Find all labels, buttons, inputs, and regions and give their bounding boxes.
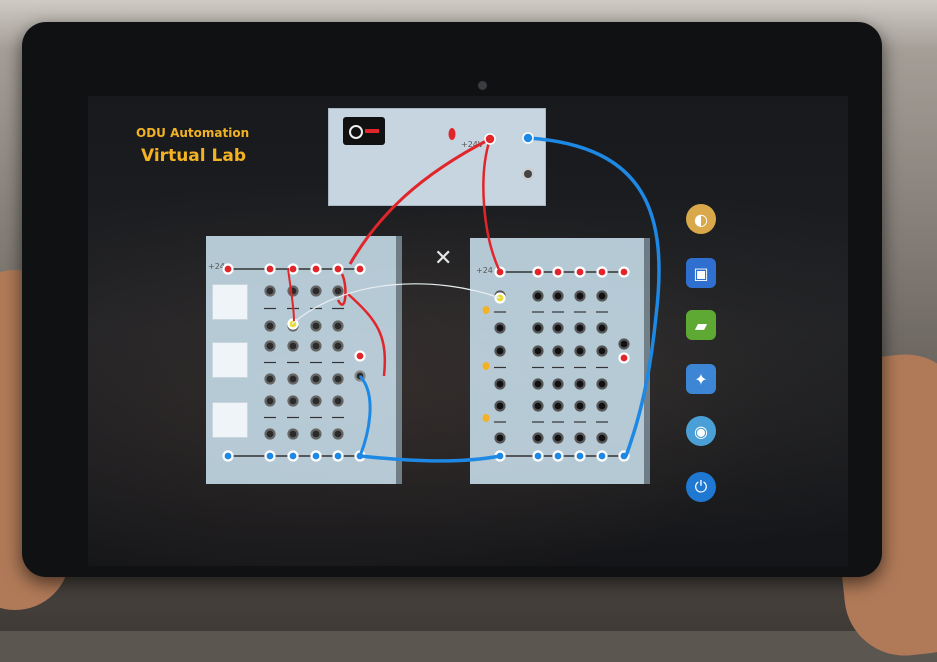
left-contact-terminal[interactable] (310, 373, 322, 385)
right-contact-terminal[interactable] (494, 322, 506, 334)
right-contact-terminal[interactable] (596, 322, 608, 334)
right-contact-terminal[interactable] (574, 400, 586, 412)
left-contact-terminal[interactable] (332, 373, 344, 385)
right-contact-terminal[interactable] (596, 290, 608, 302)
save-icon[interactable]: ▣ (686, 258, 716, 288)
power-minus-terminal[interactable] (522, 132, 534, 144)
right-contact-terminal[interactable] (552, 432, 564, 444)
left-contact-terminal[interactable] (310, 285, 322, 297)
left-rail-terminal-red[interactable] (310, 263, 322, 275)
left-contact-terminal[interactable] (332, 320, 344, 332)
right-contact-terminal[interactable] (574, 432, 586, 444)
red-wire-2[interactable] (482, 138, 502, 273)
right-rail-terminal-blue[interactable] (532, 450, 544, 462)
right-contact-terminal[interactable] (532, 400, 544, 412)
left-contact-terminal[interactable] (264, 340, 276, 352)
left-contact-terminal[interactable] (264, 428, 276, 440)
blue-wire-1[interactable] (527, 136, 661, 457)
left-rail-terminal-red[interactable] (354, 263, 366, 275)
coil-indicator-led (482, 414, 490, 422)
right-contact-terminal[interactable] (494, 345, 506, 357)
left-contact-terminal[interactable] (287, 340, 299, 352)
left-contact-terminal[interactable] (264, 285, 276, 297)
blue-wire-2[interactable] (358, 374, 372, 457)
coil-indicator-led (482, 362, 490, 370)
right-contact-terminal[interactable] (596, 400, 608, 412)
right-contact-terminal[interactable] (596, 345, 608, 357)
right-rail-terminal-red[interactable] (574, 266, 586, 278)
right-contact-terminal[interactable] (574, 290, 586, 302)
right-red-terminal[interactable] (618, 352, 630, 364)
right-contact-terminal[interactable] (494, 400, 506, 412)
left-rail-terminal-blue[interactable] (222, 450, 234, 462)
right-contact-terminal[interactable] (574, 378, 586, 390)
left-rail-terminal-red[interactable] (287, 263, 299, 275)
power-icon[interactable]: ⏻ (686, 472, 716, 502)
white-wire[interactable] (291, 283, 501, 325)
left-contact-terminal[interactable] (287, 428, 299, 440)
left-contact-terminal[interactable] (310, 340, 322, 352)
camera-icon (478, 81, 487, 90)
right-rail-terminal-blue[interactable] (574, 450, 586, 462)
info-icon[interactable]: ◉ (686, 416, 716, 446)
blue-wire-3[interactable] (359, 454, 501, 463)
right-contact-terminal[interactable] (532, 345, 544, 357)
left-contact-terminal[interactable] (310, 320, 322, 332)
open-folder-icon[interactable]: ▰ (686, 310, 716, 340)
left-contact-terminal[interactable] (264, 395, 276, 407)
left-contact-terminal[interactable] (332, 395, 344, 407)
right-rail-terminal-red[interactable] (596, 266, 608, 278)
right-contact-terminal[interactable] (552, 400, 564, 412)
power-plus-terminal[interactable] (484, 133, 496, 145)
right-contact-terminal[interactable] (574, 345, 586, 357)
left-contact-terminal[interactable] (264, 320, 276, 332)
left-rail-terminal-red[interactable] (264, 263, 276, 275)
left-rail-terminal-blue[interactable] (332, 450, 344, 462)
right-contact-terminal[interactable] (618, 338, 630, 350)
red-wire-1[interactable] (348, 137, 491, 265)
right-contact-terminal[interactable] (552, 378, 564, 390)
left-rail-terminal-blue[interactable] (264, 450, 276, 462)
left-rail-terminal-blue[interactable] (310, 450, 322, 462)
coil-indicator-led (482, 306, 490, 314)
left-red-terminal[interactable] (354, 350, 366, 362)
right-contact-terminal[interactable] (574, 322, 586, 334)
left-rail-terminal-red[interactable] (332, 263, 344, 275)
left-contact-terminal[interactable] (287, 373, 299, 385)
right-contact-terminal[interactable] (494, 432, 506, 444)
wiring-tool-icon[interactable]: ✦ (686, 364, 716, 394)
palette-icon[interactable]: ◐ (686, 204, 716, 234)
right-contact-terminal[interactable] (596, 432, 608, 444)
right-contact-terminal[interactable] (532, 378, 544, 390)
right-rail-terminal-red[interactable] (532, 266, 544, 278)
left-rail-terminal-blue[interactable] (287, 450, 299, 462)
right-rail-terminal-red[interactable] (618, 266, 630, 278)
left-contact-terminal[interactable] (264, 373, 276, 385)
right-contact-terminal[interactable] (596, 378, 608, 390)
terminals[interactable] (222, 263, 630, 462)
wiring-canvas[interactable] (88, 96, 848, 566)
red-wire-4[interactable] (347, 293, 387, 377)
left-contact-terminal[interactable] (332, 428, 344, 440)
left-contact-terminal[interactable] (332, 340, 344, 352)
left-rail-terminal-red[interactable] (222, 263, 234, 275)
right-rail-terminal-blue[interactable] (552, 450, 564, 462)
right-rail-terminal-blue[interactable] (596, 450, 608, 462)
right-contact-terminal[interactable] (552, 322, 564, 334)
right-contact-terminal[interactable] (552, 290, 564, 302)
right-rail-terminal-red[interactable] (552, 266, 564, 278)
right-contact-terminal[interactable] (532, 290, 544, 302)
right-contact-terminal[interactable] (532, 322, 544, 334)
power-indicator-led (448, 128, 456, 140)
left-contact-terminal[interactable] (287, 395, 299, 407)
left-contact-terminal[interactable] (310, 428, 322, 440)
left-contact-terminal[interactable] (332, 285, 344, 297)
right-contact-terminal[interactable] (552, 345, 564, 357)
right-contact-terminal[interactable] (532, 432, 544, 444)
power-ground-terminal[interactable] (522, 168, 534, 180)
app-screen: ODU Automation Virtual Lab +24V +24 +24 … (88, 96, 848, 566)
left-contact-terminal[interactable] (310, 395, 322, 407)
right-contact-terminal[interactable] (494, 378, 506, 390)
